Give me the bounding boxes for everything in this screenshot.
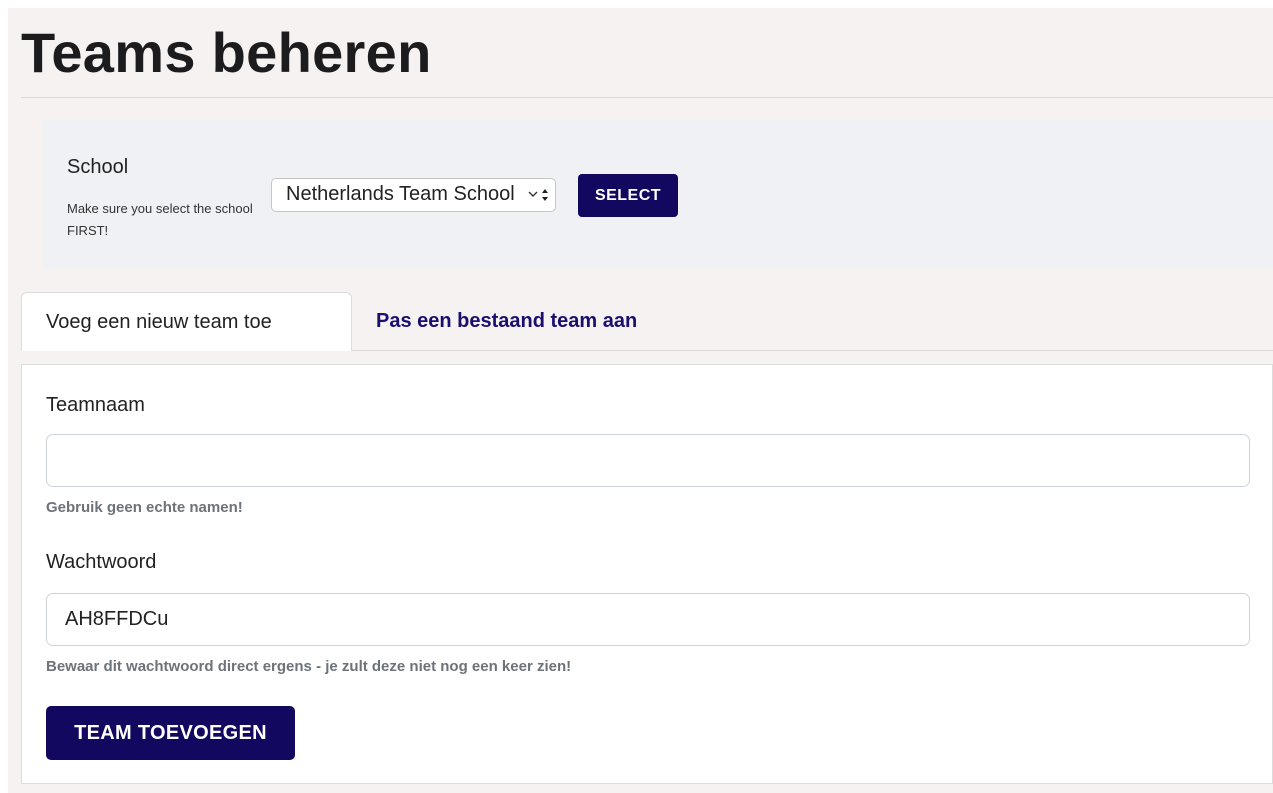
page: Teams beheren School Make sure you selec… [8,8,1273,793]
tabs: Voeg een nieuw team toe Pas een bestaand… [21,292,1273,352]
password-input[interactable] [46,593,1250,646]
school-select[interactable]: Netherlands Team School [271,178,556,212]
tabs-divider [352,350,1273,351]
chevron-updown-icon [525,184,550,207]
password-help: Bewaar dit wachtwoord direct ergens - je… [46,658,572,675]
team-name-help: Gebruik geen echte namen! [46,499,243,516]
select-button[interactable]: SELECT [578,174,678,217]
school-panel: School Make sure you select the school F… [43,120,1273,268]
school-hint: Make sure you select the school FIRST! [67,201,253,238]
team-name-input[interactable] [46,434,1250,487]
title-divider [21,97,1273,98]
team-name-label: Teamnaam [46,394,145,416]
tab-edit-team[interactable]: Pas een bestaand team aan [376,292,637,351]
add-team-form: Teamnaam Gebruik geen echte namen! Wacht… [21,364,1273,784]
school-label: School [67,156,129,178]
add-team-button[interactable]: TEAM TOEVOEGEN [46,706,295,760]
school-select-value: Netherlands Team School [286,183,515,205]
tab-add-team[interactable]: Voeg een nieuw team toe [21,292,352,351]
password-label: Wachtwoord [46,551,157,573]
page-title: Teams beheren [21,21,432,84]
